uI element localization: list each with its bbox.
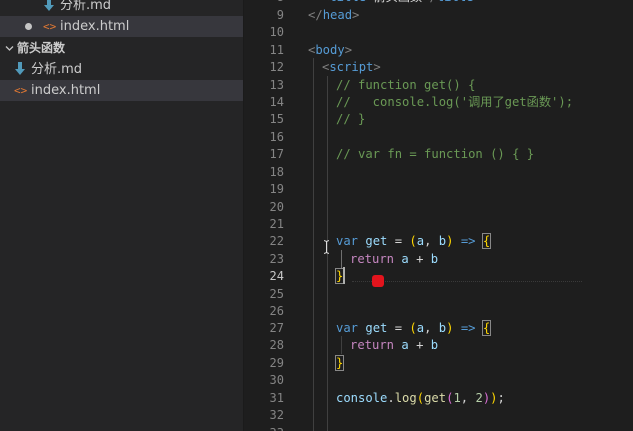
explorer-item-label: index.html [60, 19, 130, 34]
code-line: console.log(get(1, 2)); [336, 391, 505, 405]
line-number: 27 [269, 321, 284, 335]
line-number: 10 [269, 25, 284, 39]
modified-dot-icon [25, 23, 32, 30]
line-number: 13 [269, 78, 284, 92]
line-number: 26 [269, 304, 284, 318]
explorer-item-label: 分析.md [60, 0, 112, 13]
code-line: return a + b [350, 252, 439, 266]
line-number: 18 [269, 165, 284, 179]
code-line: // var fn = function () { } [336, 147, 535, 161]
code-line: // function get() { [336, 78, 476, 92]
code-line: <script> [322, 60, 381, 74]
line-number: 32 [269, 408, 284, 422]
code-editor[interactable]: 8 9 10 11 12 13 14 15 16 17 18 19 20 21 … [244, 0, 633, 431]
explorer-item-label: 分析.md [31, 62, 83, 77]
html-brackets-icon: <> [14, 84, 28, 97]
recording-indicator-icon [372, 275, 384, 287]
line-number-active: 24 [269, 269, 284, 283]
indent-guide [313, 58, 314, 431]
line-number: 14 [269, 95, 284, 109]
code-line: // console.log('调用了get函数'); [336, 95, 574, 109]
line-number: 28 [269, 338, 284, 352]
line-number: 20 [269, 200, 284, 214]
indent-guide [341, 336, 342, 354]
explorer-sidebar: 分析.md <> index.html 箭头函数 分析.md <> index.… [0, 0, 244, 431]
code-line: <body> [308, 43, 353, 57]
html-brackets-icon: <> [43, 20, 57, 33]
line-number: 19 [269, 182, 284, 196]
explorer-item-html[interactable]: <> index.html [0, 80, 243, 101]
cursor-row-guide [352, 281, 582, 282]
line-number: 17 [269, 147, 284, 161]
line-number: 9 [276, 8, 284, 22]
line-number: 29 [269, 356, 284, 370]
line-number: 33 [244, 424, 284, 431]
explorer-item-label: index.html [31, 83, 101, 98]
explorer-item-md[interactable]: 分析.md [0, 59, 243, 80]
indent-guide-active [341, 250, 342, 268]
line-number: 16 [269, 130, 284, 144]
code-line: var get = (a, b) => { [336, 320, 492, 336]
explorer-item-html[interactable]: <> index.html [0, 16, 243, 37]
explorer-folder[interactable]: 箭头函数 [0, 38, 243, 59]
code-line: // } [336, 112, 366, 126]
line-number: 22 [269, 234, 284, 248]
code-line: } [334, 355, 345, 371]
line-number: 30 [269, 373, 284, 387]
line-number: 31 [269, 391, 284, 405]
chevron-down-icon [5, 46, 14, 51]
line-number: 11 [269, 43, 284, 57]
markdown-arrow-icon [15, 62, 25, 75]
text-cursor [343, 267, 345, 284]
markdown-arrow-icon [44, 0, 54, 11]
code-line: var get = (a, b) => { [336, 233, 492, 249]
line-number: 12 [269, 60, 284, 74]
code-line: </head> [308, 8, 360, 22]
line-number: 23 [269, 252, 284, 266]
explorer-folder-label: 箭头函数 [17, 41, 66, 55]
explorer-item-md[interactable]: 分析.md [0, 0, 243, 16]
line-number: 25 [269, 287, 284, 301]
ibeam-cursor-icon [324, 240, 329, 254]
code-line: return a + b [350, 338, 439, 352]
line-number: 15 [269, 112, 284, 126]
line-number: 21 [269, 217, 284, 231]
